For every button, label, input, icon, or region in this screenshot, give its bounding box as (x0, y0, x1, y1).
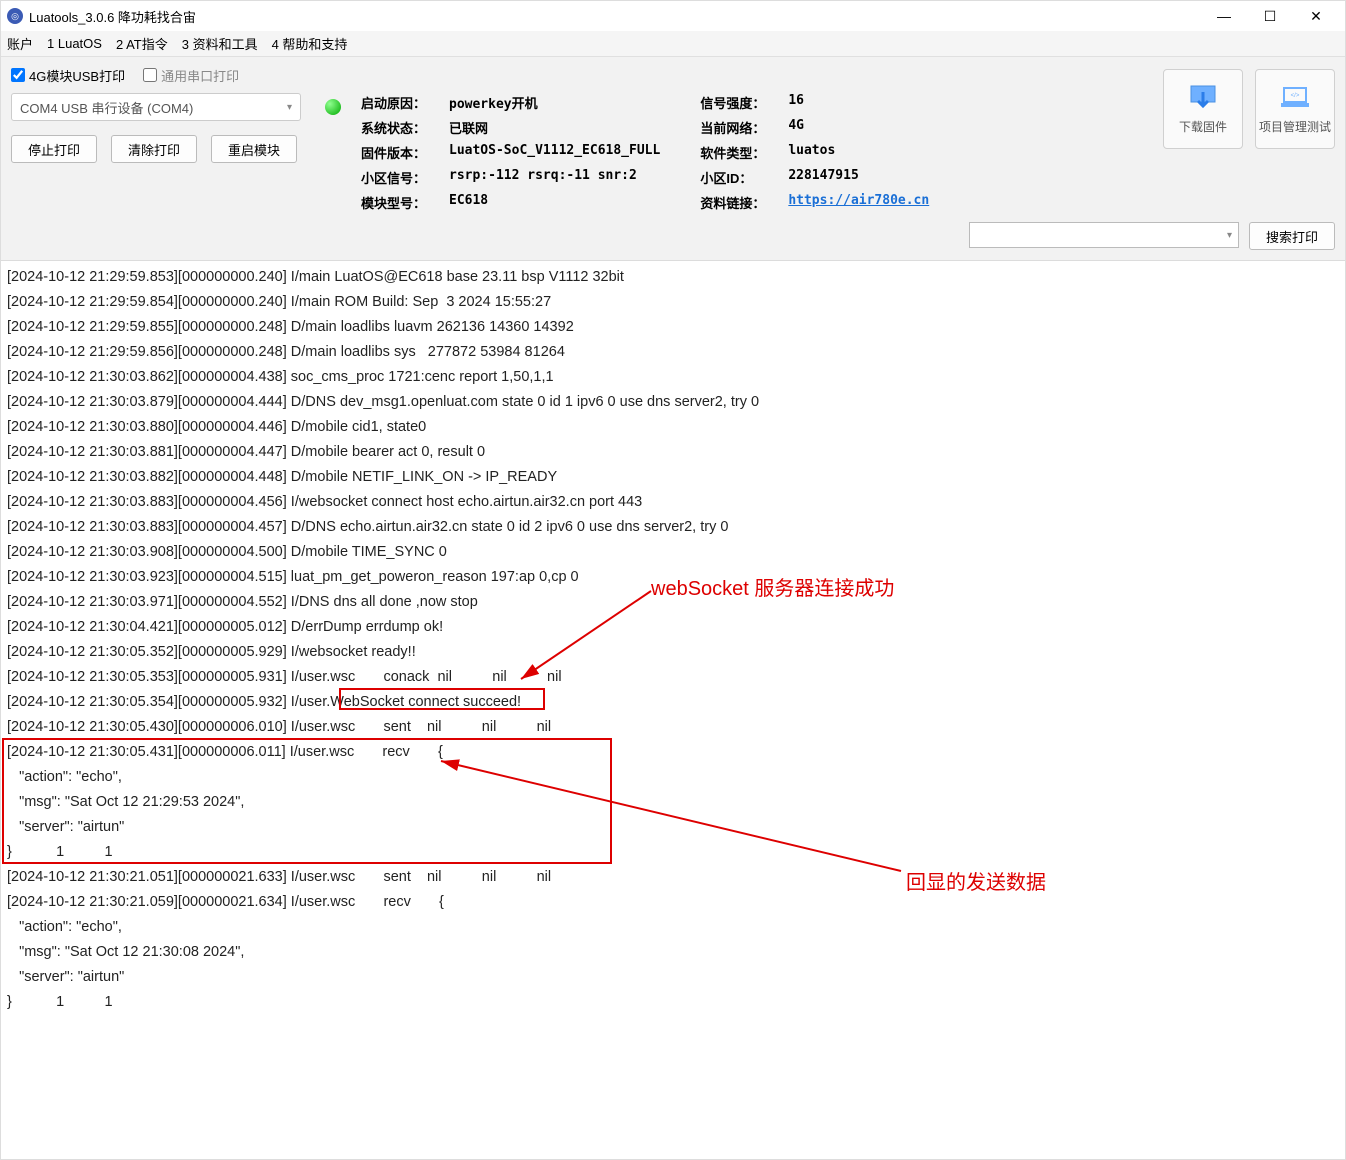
value-cell-signal: rsrp:-112 rsrq:-11 snr:2 (449, 168, 637, 187)
doc-link[interactable]: https://air780e.cn (788, 193, 929, 212)
menu-docs[interactable]: 3 资料和工具 (182, 34, 258, 53)
value-sys-status: 已联网 (449, 118, 488, 137)
download-firmware-button[interactable]: 下载固件 (1163, 69, 1243, 149)
com-port-select[interactable]: COM4 USB 串行设备 (COM4) ▾ (11, 93, 301, 121)
value-module-model: EC618 (449, 193, 488, 212)
menu-at[interactable]: 2 AT指令 (116, 34, 168, 53)
checkbox-usb-print-input[interactable] (11, 68, 25, 82)
log-line: "action": "echo", (7, 765, 1339, 790)
menu-help[interactable]: 4 帮助和支持 (272, 34, 348, 53)
chevron-down-icon: ▾ (1227, 230, 1232, 241)
window-title: Luatools_3.0.6 降功耗找合宙 (29, 7, 1201, 26)
label-sw-type: 软件类型： (700, 143, 778, 162)
reboot-module-button[interactable]: 重启模块 (211, 135, 297, 163)
log-line: [2024-10-12 21:30:03.882][000000004.448]… (7, 465, 1339, 490)
close-button[interactable]: ✕ (1293, 1, 1339, 31)
value-sw-type: luatos (788, 143, 835, 162)
checkbox-usb-print-label: 4G模块USB打印 (29, 66, 125, 85)
menubar: 账户 1 LuatOS 2 AT指令 3 资料和工具 4 帮助和支持 (1, 31, 1345, 57)
log-line: } 1 1 (7, 990, 1339, 1015)
search-print-button[interactable]: 搜索打印 (1249, 222, 1335, 250)
log-line: [2024-10-12 21:30:05.354][000000005.932]… (7, 690, 1339, 715)
download-icon (1187, 84, 1219, 112)
checkbox-serial-print-input[interactable] (143, 68, 157, 82)
log-line: [2024-10-12 21:30:03.879][000000004.444]… (7, 390, 1339, 415)
log-line: "server": "airtun" (7, 815, 1339, 840)
log-line: [2024-10-12 21:30:05.430][000000006.010]… (7, 715, 1339, 740)
label-signal-strength: 信号强度： (700, 93, 778, 112)
label-sys-status: 系统状态： (361, 118, 439, 137)
laptop-icon: </> (1279, 84, 1311, 112)
log-line: [2024-10-12 21:29:59.855][000000000.248]… (7, 315, 1339, 340)
log-line: [2024-10-12 21:30:03.908][000000004.500]… (7, 540, 1339, 565)
log-line: [2024-10-12 21:30:03.883][000000004.457]… (7, 515, 1339, 540)
log-line: [2024-10-12 21:30:05.431][000000006.011]… (7, 740, 1339, 765)
project-manage-button[interactable]: </> 项目管理测试 (1255, 69, 1335, 149)
svg-text:</>: </> (1291, 93, 1300, 99)
info-column-left: 启动原因： powerkey开机 系统状态： 已联网 固件版本： LuatOS-SoC… (361, 93, 660, 212)
menu-luatos[interactable]: 1 LuatOS (47, 36, 102, 51)
log-line: "msg": "Sat Oct 12 21:29:53 2024", (7, 790, 1339, 815)
log-line: [2024-10-12 21:29:59.854][000000000.240]… (7, 290, 1339, 315)
project-manage-label: 项目管理测试 (1259, 118, 1331, 135)
app-icon: ◎ (7, 8, 23, 24)
label-network: 当前网络： (700, 118, 778, 137)
value-signal-strength: 16 (788, 93, 804, 112)
search-combo[interactable]: ▾ (969, 222, 1239, 248)
top-panel: 4G模块USB打印 通用串口打印 COM4 USB 串行设备 (COM4) ▾ … (1, 57, 1345, 261)
maximize-button[interactable]: ☐ (1247, 1, 1293, 31)
label-cell-id: 小区ID： (700, 168, 778, 187)
menu-account[interactable]: 账户 (7, 34, 33, 53)
log-line: [2024-10-12 21:30:03.862][000000004.438]… (7, 365, 1339, 390)
label-boot-reason: 启动原因： (361, 93, 439, 112)
stop-print-button[interactable]: 停止打印 (11, 135, 97, 163)
log-line: } 1 1 (7, 840, 1339, 865)
value-network: 4G (788, 118, 804, 137)
log-line: [2024-10-12 21:29:59.853][000000000.240]… (7, 265, 1339, 290)
log-line: [2024-10-12 21:30:03.883][000000004.456]… (7, 490, 1339, 515)
clear-print-button[interactable]: 清除打印 (111, 135, 197, 163)
checkbox-serial-print-label: 通用串口打印 (161, 66, 239, 85)
annotation-websocket-success: webSocket 服务器连接成功 (651, 577, 894, 602)
value-boot-reason: powerkey开机 (449, 93, 538, 112)
log-line: [2024-10-12 21:30:03.881][000000004.447]… (7, 440, 1339, 465)
log-area[interactable]: [2024-10-12 21:29:59.853][000000000.240]… (1, 261, 1345, 1159)
label-doc-link: 资料链接： (700, 193, 778, 212)
download-firmware-label: 下载固件 (1179, 118, 1227, 135)
log-line: [2024-10-12 21:30:21.051][000000021.633]… (7, 865, 1339, 890)
value-fw-version: LuatOS-SoC_V1112_EC618_FULL (449, 143, 660, 162)
log-line: [2024-10-12 21:30:21.059][000000021.634]… (7, 890, 1339, 915)
log-line: "server": "airtun" (7, 965, 1339, 990)
chevron-down-icon: ▾ (287, 102, 292, 113)
log-line: [2024-10-12 21:30:05.352][000000005.929]… (7, 640, 1339, 665)
minimize-button[interactable]: — (1201, 1, 1247, 31)
label-cell-signal: 小区信号： (361, 168, 439, 187)
titlebar: ◎ Luatools_3.0.6 降功耗找合宙 — ☐ ✕ (1, 1, 1345, 31)
label-module-model: 模块型号： (361, 193, 439, 212)
com-port-value: COM4 USB 串行设备 (COM4) (20, 98, 193, 117)
status-led-icon (325, 99, 341, 115)
log-line: "msg": "Sat Oct 12 21:30:08 2024", (7, 940, 1339, 965)
checkbox-serial-print[interactable]: 通用串口打印 (143, 66, 239, 85)
log-line: [2024-10-12 21:29:59.856][000000000.248]… (7, 340, 1339, 365)
info-column-right: 信号强度： 16 当前网络： 4G 软件类型： luatos 小区ID： 2281479… (700, 93, 929, 212)
log-line: [2024-10-12 21:30:05.353][000000005.931]… (7, 665, 1339, 690)
log-line: [2024-10-12 21:30:04.421][000000005.012]… (7, 615, 1339, 640)
checkbox-usb-print[interactable]: 4G模块USB打印 (11, 66, 125, 85)
label-fw-version: 固件版本： (361, 143, 439, 162)
log-line: [2024-10-12 21:30:03.880][000000004.446]… (7, 415, 1339, 440)
annotation-echo-data: 回显的发送数据 (906, 871, 1046, 896)
log-line: "action": "echo", (7, 915, 1339, 940)
value-cell-id: 228147915 (788, 168, 858, 187)
